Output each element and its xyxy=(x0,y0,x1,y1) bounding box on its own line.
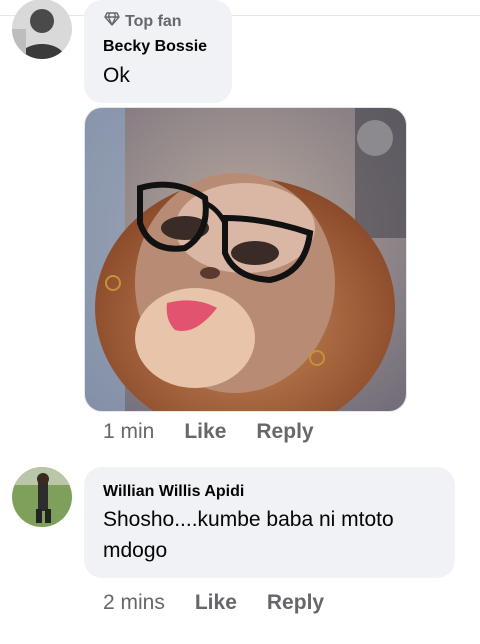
comment-text-line-1: Shosho....kumbe baba ni mtoto xyxy=(103,508,394,531)
next-comment-partial xyxy=(0,636,480,644)
comment-actions: 1 min Like Reply xyxy=(103,420,314,444)
diamond-icon xyxy=(104,12,120,31)
comment-photo[interactable] xyxy=(84,107,407,412)
badge-label: Top fan xyxy=(125,12,182,30)
top-fan-badge: Top fan xyxy=(104,12,182,31)
comment-text-line-2: mdogo xyxy=(103,539,168,562)
comment-time[interactable]: 2 mins xyxy=(103,591,165,615)
avatar[interactable] xyxy=(12,467,72,527)
like-button[interactable]: Like xyxy=(195,591,237,615)
reply-button[interactable]: Reply xyxy=(267,591,324,615)
comment-time[interactable]: 1 min xyxy=(103,420,154,444)
divider xyxy=(0,15,480,16)
like-button[interactable]: Like xyxy=(184,420,226,444)
avatar[interactable] xyxy=(12,0,72,59)
comment-actions: 2 mins Like Reply xyxy=(103,591,324,615)
comment-author[interactable]: Becky Bossie xyxy=(103,38,207,56)
reply-button[interactable]: Reply xyxy=(256,420,313,444)
comment-text: Ok xyxy=(103,64,130,87)
comment-author[interactable]: Willian Willis Apidi xyxy=(103,483,244,501)
comment-thread: Top fan Becky Bossie Ok 1 min Like Reply… xyxy=(0,0,480,644)
